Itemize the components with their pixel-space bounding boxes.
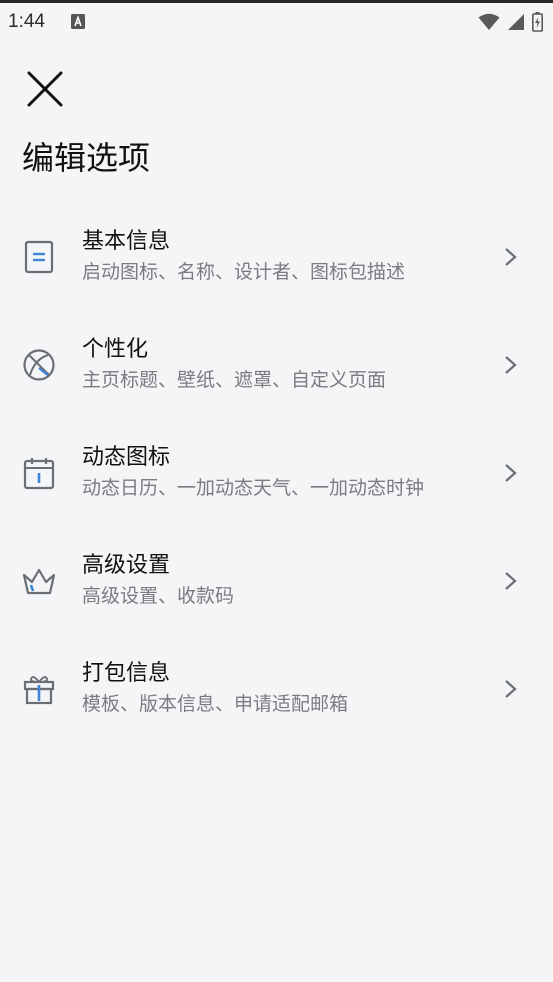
options-menu: 基本信息 启动图标、名称、设计者、图标包描述 个性化 主页标题、壁纸、遮罩、自定… [0, 203, 553, 743]
wifi-icon [478, 13, 500, 35]
chevron-right-icon [501, 246, 521, 268]
menu-item-description: 启动图标、名称、设计者、图标包描述 [82, 261, 406, 283]
signal-icon [507, 13, 525, 35]
page-title: 编辑选项 [22, 139, 151, 177]
status-bar: 1:44 [0, 3, 553, 41]
gift-icon [21, 671, 57, 707]
close-button[interactable] [24, 68, 66, 110]
status-icons [478, 12, 543, 36]
menu-item-description: 动态日历、一加动态天气、一加动态时钟 [82, 477, 425, 499]
chevron-right-icon [501, 678, 521, 700]
menu-item-basic-info[interactable]: 基本信息 启动图标、名称、设计者、图标包描述 [0, 203, 553, 311]
basketball-icon [21, 347, 57, 383]
menu-item-title: 基本信息 [82, 229, 171, 254]
menu-item-advanced-settings[interactable]: 高级设置 高级设置、收款码 [0, 527, 553, 635]
crown-icon [21, 563, 57, 599]
menu-item-packaging-info[interactable]: 打包信息 模板、版本信息、申请适配邮箱 [0, 635, 553, 743]
close-icon [27, 71, 63, 107]
chevron-right-icon [501, 462, 521, 484]
menu-item-title: 打包信息 [82, 661, 171, 686]
menu-item-description: 高级设置、收款码 [82, 585, 235, 607]
status-time: 1:44 [8, 11, 45, 32]
chevron-right-icon [501, 354, 521, 376]
battery-charging-icon [532, 12, 543, 36]
menu-item-title: 动态图标 [82, 445, 171, 470]
calendar-icon [21, 455, 57, 491]
menu-item-dynamic-icons[interactable]: 动态图标 动态日历、一加动态天气、一加动态时钟 [0, 419, 553, 527]
menu-item-description: 主页标题、壁纸、遮罩、自定义页面 [82, 369, 387, 391]
menu-item-title: 高级设置 [82, 553, 171, 578]
menu-item-personalization[interactable]: 个性化 主页标题、壁纸、遮罩、自定义页面 [0, 311, 553, 419]
chevron-right-icon [501, 570, 521, 592]
menu-item-description: 模板、版本信息、申请适配邮箱 [82, 693, 349, 715]
a-box-icon [71, 14, 85, 33]
menu-item-title: 个性化 [82, 337, 149, 362]
document-icon [21, 239, 57, 275]
